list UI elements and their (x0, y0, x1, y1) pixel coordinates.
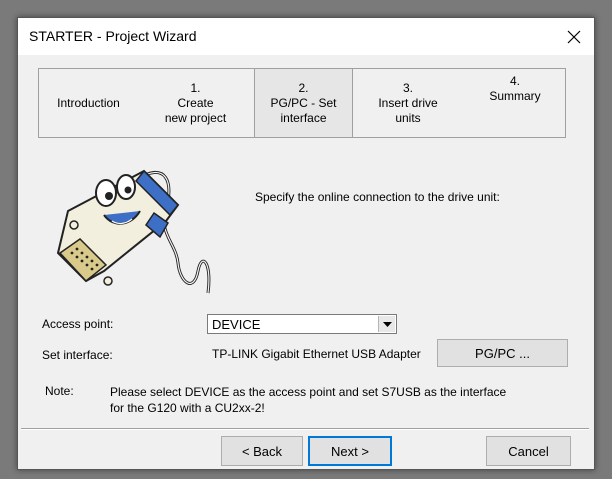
step-create-project: 1. Create new project (146, 69, 245, 137)
project-wizard-dialog: STARTER - Project Wizard Introduction 1.… (17, 17, 595, 470)
step-number: 1. (190, 80, 201, 95)
dropdown-button[interactable] (378, 316, 395, 332)
back-button[interactable]: < Back (221, 436, 303, 466)
step-label: Create (177, 95, 214, 110)
footer-separator (21, 428, 589, 430)
set-interface-label: Set interface: (42, 348, 113, 362)
step-label: PG/PC - Set (270, 95, 337, 110)
close-button[interactable] (554, 18, 594, 55)
step-label: Insert drive (378, 95, 438, 110)
step-summary: 4. Summary (463, 69, 567, 137)
step-label: Introduction (57, 95, 120, 110)
step-label: Summary (489, 89, 541, 103)
step-set-interface: 2. PG/PC - Set interface (254, 69, 353, 137)
note-label: Note: (45, 384, 74, 398)
access-point-select[interactable]: DEVICE (207, 314, 397, 334)
access-point-value: DEVICE (212, 317, 261, 332)
cable-mascot-icon (46, 153, 226, 301)
step-number: 3. (402, 80, 413, 95)
instruction-text: Specify the online connection to the dri… (255, 190, 500, 204)
step-number: 2. (298, 80, 309, 95)
step-label: interface (280, 110, 327, 125)
pgpc-button[interactable]: PG/PC ... (437, 339, 568, 367)
title-bar: STARTER - Project Wizard (18, 18, 594, 55)
step-introduction: Introduction (39, 69, 138, 137)
interface-value: TP-LINK Gigabit Ethernet USB Adapter (212, 347, 421, 361)
next-button[interactable]: Next > (308, 436, 392, 466)
access-point-label: Access point: (42, 317, 114, 331)
close-icon (567, 30, 581, 43)
step-number: 4. (509, 74, 520, 88)
step-label: units (395, 110, 421, 125)
step-label: new project (164, 110, 227, 125)
step-insert-drive-units: 3. Insert drive units (356, 69, 460, 137)
note-text: Please select DEVICE as the access point… (110, 385, 507, 415)
chevron-down-icon (382, 321, 392, 327)
window-title: STARTER - Project Wizard (29, 28, 197, 44)
cancel-button[interactable]: Cancel (486, 436, 571, 466)
wizard-steps: Introduction 1. Create new project 2. PG… (38, 68, 566, 138)
